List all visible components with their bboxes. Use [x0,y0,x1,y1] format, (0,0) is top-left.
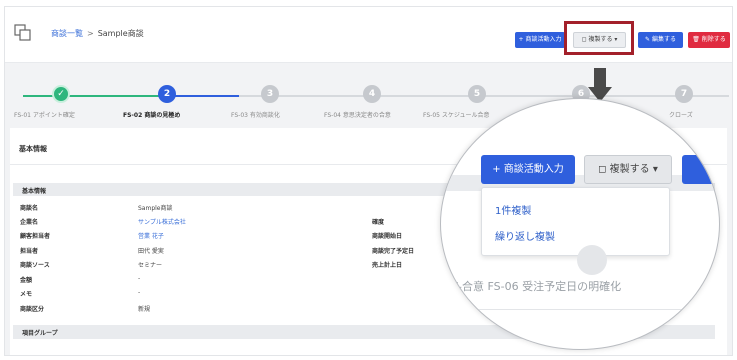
field-label: 商談ソース [20,262,50,269]
duplicate-dropdown-menu: 1件複製 繰り返し複製 [481,187,670,256]
field-label: 商談開始日 [372,233,403,240]
zoom-edit-button-edge[interactable] [682,155,719,184]
zoom-divider [441,309,719,310]
field-value: Sample商談 [138,205,173,212]
step-5-label: FS-05 スケジュール合意 [423,112,490,119]
step-1-circle: ✓ [52,85,70,103]
step-7-circle: 7 [675,85,693,103]
breadcrumb-separator: > [87,29,94,38]
field-value: セミナー [138,262,163,269]
field-label: 担当者 [20,248,39,255]
subsection-title: 基本情報 [22,188,47,195]
add-activity-button[interactable]: + 商談活動入力 [515,32,565,48]
step-5-circle: 5 [468,85,486,103]
delete-button[interactable]: 🗑 削除する [688,32,730,48]
step-2-label: FS-02 商談の見極め [123,112,181,119]
field-label: 商談名 [20,205,39,212]
field-value: - [138,275,141,282]
field-label: 商談区分 [20,306,45,313]
highlight-box [564,21,634,55]
page-header: 商談一覧 > Sample商談 + 商談活動入力 ◻ 複製する ▾ ✎ 編集する 🗑… [5,7,732,63]
step-2-circle: 2 [158,85,176,103]
zoom-step-circle [577,245,607,275]
step-line-done [23,95,163,97]
step-3-label: FS-03 有効商談化 [231,112,280,119]
step-7-label: クローズ [669,112,693,119]
zoom-step-label: ル合意 FS-06 受注予定日の明確化 [451,280,622,293]
zoom-add-activity-button[interactable]: + 商談活動入力 [481,155,575,184]
company-link[interactable]: サンプル株式会社 [138,217,186,226]
field-label: メモ [20,291,33,298]
edit-button[interactable]: ✎ 編集する [638,32,683,48]
step-4-circle: 4 [363,85,381,103]
section-title: 基本情報 [19,145,47,153]
copy-icon[interactable] [14,24,32,42]
field-label: 企業名 [20,219,39,226]
field-label: 商談完了予定日 [372,248,415,255]
breadcrumb: 商談一覧 > Sample商談 [51,28,144,39]
zoom-duplicate-button[interactable]: ◻ 複製する ▾ [584,155,672,184]
group-title: 項目グループ [22,330,58,337]
field-label: 確度 [372,219,385,226]
field-value: - [138,289,141,296]
step-1-label: FS-01 アポイント確定 [14,112,75,119]
field-label: 顧客担当者 [20,233,51,240]
menu-item-repeat-duplicate[interactable]: 繰り返し複製 [495,228,555,243]
zoom-magnifier: + 商談活動入力 ◻ 複製する ▾ 1件複製 繰り返し複製 ル合意 FS-06 … [440,98,720,350]
field-label: 金額 [20,277,33,284]
menu-item-single-duplicate[interactable]: 1件複製 [495,202,531,217]
breadcrumb-current: Sample商談 [97,29,144,38]
step-4-label: FS-04 意思決定者の合意 [324,112,391,119]
contact-link[interactable]: 営業 花子 [138,231,164,240]
field-label: 売上計上日 [372,262,403,269]
field-value: 新規 [138,306,151,313]
step-3-circle: 3 [261,85,279,103]
field-value: 田代 愛実 [138,248,164,255]
breadcrumb-link-deals[interactable]: 商談一覧 [51,29,83,38]
